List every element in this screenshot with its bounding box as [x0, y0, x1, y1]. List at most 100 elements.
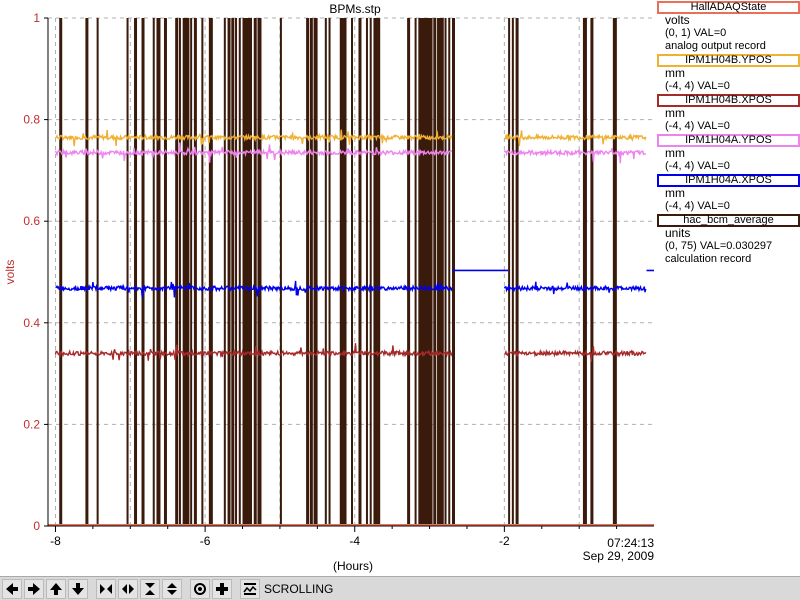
scroll-icon[interactable]: [240, 578, 260, 599]
add-icon[interactable]: [212, 578, 232, 599]
legend-desc: analog output record: [665, 40, 766, 52]
bcm-pulse: [175, 18, 179, 526]
bcm-pulse: [351, 18, 353, 526]
bcm-pulse: [343, 18, 347, 526]
bcm-pulse: [126, 18, 129, 526]
pan-left-icon[interactable]: [2, 578, 22, 599]
bcm-pulse: [238, 18, 241, 526]
bcm-pulse: [253, 18, 257, 526]
legend-units: mm: [665, 106, 685, 120]
legend-desc: calculation record: [665, 253, 752, 265]
strip-chart[interactable]: 0 0.2 0.4 0.6 0.8 1 -8 -6 -4 -2 BPMs.stp volts (…: [0, 0, 657, 576]
pan-right-icon[interactable]: [24, 578, 44, 599]
bcm-pulse: [358, 18, 362, 526]
bcm-pulse: [190, 18, 193, 526]
reset-icon[interactable]: [190, 578, 210, 599]
pan-up-icon[interactable]: [46, 578, 66, 599]
legend-units: mm: [665, 66, 685, 80]
bcm-pulse: [231, 18, 235, 526]
bcm-pulse: [433, 18, 437, 526]
bcm-pulse: [422, 18, 427, 526]
bcm-pulse: [590, 18, 594, 526]
x-tick-label: -4: [349, 534, 360, 548]
legend-range: (-4, 4) VAL=0: [665, 120, 730, 132]
bcm-pulse: [193, 18, 197, 526]
bcm-pulse: [250, 18, 252, 526]
legend-range: (-4, 4) VAL=0: [665, 200, 730, 212]
zoom-in-y-icon[interactable]: [140, 578, 160, 599]
bcm-pulse: [186, 18, 190, 526]
bcm-pulse: [369, 18, 372, 526]
bcm-pulse: [208, 18, 213, 526]
legend-range: (-4, 4) VAL=0: [665, 80, 730, 92]
y-tick-label: 0.2: [23, 417, 40, 431]
bcm-pulse: [163, 18, 167, 526]
y-axis-label: volts: [3, 260, 17, 285]
bcm-pulse: [279, 18, 282, 526]
bcm-pulse: [429, 18, 433, 526]
y-tick-label: 0: [33, 519, 40, 533]
bcm-pulse: [85, 18, 89, 526]
bcm-pulse: [444, 18, 447, 526]
bcm-pulse: [452, 18, 455, 526]
bcm-pulse: [582, 18, 587, 526]
chart-title: BPMs.stp: [329, 2, 381, 16]
bcm-pulse: [227, 18, 231, 526]
bcm-pulse: [306, 18, 310, 526]
legend-units: units: [665, 226, 691, 240]
end-time: 07:24:13: [607, 536, 654, 550]
bcm-pulse: [246, 18, 251, 526]
bcm-pulse: [141, 18, 145, 526]
bcm-pulse: [612, 18, 617, 526]
legend-units: mm: [665, 146, 685, 160]
bcm-pulse: [152, 18, 155, 526]
bcm-pulse: [440, 18, 444, 526]
bcm-pulse: [407, 18, 411, 526]
bcm-pulse: [313, 18, 318, 526]
y-tick-label: 0.8: [23, 113, 40, 127]
bcm-pulse: [328, 18, 331, 526]
bcm-pulse: [242, 18, 247, 526]
legend-units: mm: [665, 186, 685, 200]
bcm-pulse: [448, 18, 451, 526]
legend-range: (-4, 4) VAL=0: [665, 160, 730, 172]
bcm-pulse: [339, 18, 344, 526]
bcm-pulse: [508, 18, 511, 526]
zoom-in-x-icon[interactable]: [96, 578, 116, 599]
x-tick-label: -8: [50, 534, 61, 548]
legend-range: (0, 75) VAL=0.030297: [665, 240, 773, 252]
x-axis-label: (Hours): [333, 559, 373, 573]
bcm-pulse: [223, 18, 226, 526]
toolbar: SCROLLING: [0, 576, 800, 600]
legend-units: volts: [665, 13, 690, 27]
end-date: Sep 29, 2009: [583, 549, 655, 563]
status-label: SCROLLING: [264, 581, 334, 596]
bcm-pulse: [134, 18, 138, 526]
zoom-out-x-icon[interactable]: [118, 578, 138, 599]
zoom-out-y-icon[interactable]: [162, 578, 182, 599]
bcm-pulse: [365, 18, 368, 526]
legend-range: (0, 1) VAL=0: [665, 27, 727, 39]
bcm-pulse: [182, 18, 187, 526]
x-tick-label: -2: [499, 534, 510, 548]
y-tick-label: 1: [33, 11, 40, 25]
bcm-pulse: [511, 18, 514, 526]
pan-down-icon[interactable]: [68, 578, 88, 599]
bcm-pulse: [515, 18, 519, 526]
y-tick-label: 0.4: [23, 316, 40, 330]
bcm-pulse: [373, 18, 378, 526]
bcm-pulse: [201, 18, 204, 526]
bcm-pulse: [96, 18, 99, 526]
y-tick-label: 0.6: [23, 214, 40, 228]
x-tick-label: -6: [200, 534, 211, 548]
bcm-pulse: [178, 18, 181, 526]
bcm-pulse: [324, 18, 327, 526]
bcm-pulse: [377, 18, 381, 526]
legend: HallADAQState volts (0, 1) VAL=0 analog out…: [657, 0, 800, 266]
bcm-pulse: [156, 18, 161, 526]
bcm-pulse: [59, 18, 63, 526]
bcm-pulse: [309, 18, 313, 526]
bcm-pulse: [437, 18, 442, 526]
bcm-pulse: [257, 18, 262, 526]
bcm-pulse: [414, 18, 417, 526]
